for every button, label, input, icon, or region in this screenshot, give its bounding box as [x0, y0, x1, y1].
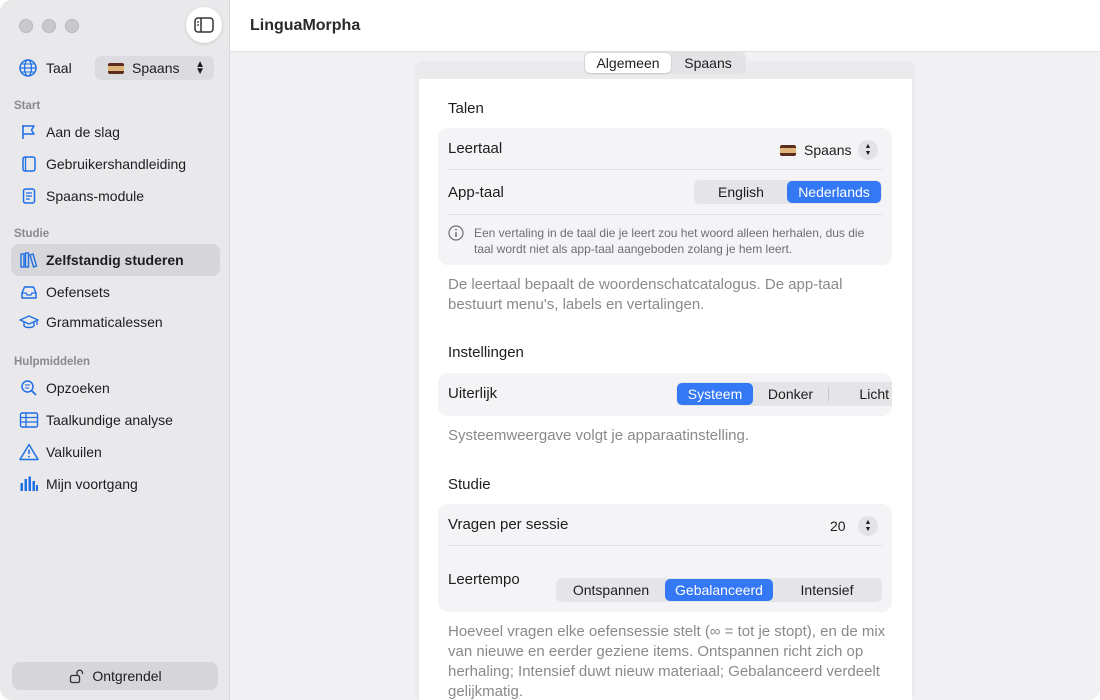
app-window: Taal Spaans ▲ ▼ Start Aan de slag Gebruik… — [0, 0, 1100, 700]
uiterlijk-segmented: Systeem Donker Licht — [676, 382, 892, 406]
sidebar: Taal Spaans ▲ ▼ Start Aan de slag Gebruik… — [0, 0, 230, 700]
close-window-button[interactable] — [19, 19, 33, 33]
sidebar-item-aan-de-slag[interactable]: Aan de slag — [11, 116, 220, 148]
divider — [448, 214, 882, 215]
vragen-stepper[interactable]: ▲ ▼ — [858, 516, 878, 536]
sidebar-item-label: Zelfstandig studeren — [46, 252, 184, 268]
settings-tabs: Algemeen Spaans — [584, 52, 746, 74]
section-label-study: Studie — [14, 228, 50, 240]
sidebar-item-oefensets[interactable]: Oefensets — [11, 276, 220, 308]
bar-chart-icon — [19, 474, 39, 494]
talen-card: Leertaal Spaans ▲ ▼ App-taal English Nede… — [438, 128, 892, 265]
uiterlijk-option-donker[interactable]: Donker — [753, 386, 829, 402]
globe-icon — [19, 59, 37, 77]
studie-help-text: Hoeveel vragen elke oefensessie stelt (∞… — [448, 623, 886, 700]
language-select[interactable]: Spaans ▲ ▼ — [95, 56, 214, 80]
graduation-cap-icon — [19, 312, 39, 332]
sidebar-item-spaans-module[interactable]: Spaans-module — [11, 180, 220, 212]
sidebar-item-valkuilen[interactable]: Valkuilen — [11, 436, 220, 468]
window-controls — [19, 19, 79, 33]
chevron-updown-icon: ▲ ▼ — [864, 519, 872, 533]
leertempo-segmented: Ontspannen Gebalanceerd Intensief — [556, 578, 882, 602]
divider — [448, 545, 882, 546]
sidebar-item-label: Opzoeken — [46, 380, 110, 396]
leertaal-select[interactable]: Spaans — [780, 142, 851, 158]
magnifier-icon — [19, 378, 39, 398]
divider — [448, 169, 882, 170]
sidebar-icon — [194, 17, 214, 33]
table-icon — [19, 410, 39, 430]
studie-card: Vragen per sessie 20 ▲ ▼ Leertempo Ontspa… — [438, 504, 892, 612]
sidebar-item-mijn-voortgang[interactable]: Mijn voortgang — [11, 468, 220, 500]
sidebar-item-zelfstandig-studeren[interactable]: Zelfstandig studeren — [11, 244, 220, 276]
leertempo-option-gebalanceerd[interactable]: Gebalanceerd — [665, 579, 773, 601]
sidebar-item-label: Valkuilen — [46, 444, 102, 460]
info-icon — [448, 225, 464, 241]
zoom-window-button[interactable] — [65, 19, 79, 33]
tray-icon — [19, 282, 39, 302]
apptaal-option-english[interactable]: English — [695, 181, 787, 203]
leertaal-label: Leertaal — [448, 140, 503, 157]
unlock-button[interactable]: Ontgrendel — [12, 662, 218, 690]
sidebar-item-gebruikershandleiding[interactable]: Gebruikershandleiding — [11, 148, 220, 180]
leertaal-value: Spaans — [804, 142, 852, 158]
tab-spaans[interactable]: Spaans — [671, 53, 745, 73]
talen-help-text: De leertaal bepaalt de woordenschatcatal… — [448, 276, 843, 313]
tab-algemeen[interactable]: Algemeen — [585, 53, 671, 73]
library-icon — [19, 250, 39, 270]
sidebar-item-label: Aan de slag — [46, 124, 120, 140]
title-bar: LinguaMorpha — [230, 0, 1100, 52]
leertempo-option-ontspannen[interactable]: Ontspannen — [557, 579, 665, 601]
vragen-value: 20 — [830, 518, 846, 534]
chevron-updown-icon: ▲ ▼ — [864, 143, 872, 157]
warning-icon — [19, 442, 39, 462]
sidebar-item-grammaticalessen[interactable]: Grammaticalessen — [11, 306, 220, 338]
leertempo-label: Leertempo — [448, 571, 520, 588]
sidebar-item-label: Grammaticalessen — [46, 314, 163, 330]
vragen-label: Vragen per sessie — [448, 516, 569, 533]
apptaal-segmented: English Nederlands — [694, 180, 882, 204]
apptaal-info-note: Een vertaling in de taal die je leert zo… — [474, 226, 865, 256]
language-row: Taal Spaans ▲ ▼ — [18, 56, 214, 80]
section-heading-studie: Studie — [448, 476, 491, 493]
leertaal-chevron[interactable]: ▲ ▼ — [858, 140, 878, 160]
flag-icon — [108, 62, 124, 74]
instellingen-help-text: Systeemweergave volgt je apparaatinstell… — [448, 427, 750, 444]
sidebar-item-label: Spaans-module — [46, 188, 145, 204]
minimize-window-button[interactable] — [42, 19, 56, 33]
unlock-icon — [70, 669, 84, 684]
uiterlijk-option-systeem[interactable]: Systeem — [677, 383, 753, 405]
section-label-start: Start — [14, 100, 41, 112]
section-label-tools: Hulpmiddelen — [14, 356, 91, 368]
sidebar-item-taalkundige-analyse[interactable]: Taalkundige analyse — [11, 404, 220, 436]
uiterlijk-label: Uiterlijk — [448, 385, 498, 402]
language-select-value: Spaans — [132, 60, 180, 76]
sidebar-toggle-button[interactable] — [186, 7, 222, 43]
unlock-label: Ontgrendel — [92, 668, 162, 684]
app-title: LinguaMorpha — [250, 17, 361, 34]
chevron-updown-icon: ▲ ▼ — [195, 59, 205, 77]
leertempo-option-intensief[interactable]: Intensief — [773, 579, 881, 601]
sidebar-item-opzoeken[interactable]: Opzoeken — [11, 372, 220, 404]
language-label: Taal — [46, 60, 72, 76]
section-heading-instellingen: Instellingen — [448, 344, 524, 361]
instellingen-card: Uiterlijk Systeem Donker Licht — [438, 373, 892, 416]
flag-icon — [780, 144, 796, 156]
sidebar-item-label: Taalkundige analyse — [46, 412, 173, 428]
document-icon — [19, 186, 39, 206]
sidebar-item-label: Mijn voortgang — [46, 476, 138, 492]
sidebar-item-label: Gebruikershandleiding — [46, 156, 187, 172]
section-heading-talen: Talen — [448, 100, 484, 117]
book-icon — [19, 154, 39, 174]
apptaal-option-nederlands[interactable]: Nederlands — [787, 181, 881, 203]
sidebar-item-label: Oefensets — [46, 284, 110, 300]
apptaal-label: App-taal — [448, 184, 504, 201]
flag-icon — [19, 122, 39, 142]
uiterlijk-option-licht[interactable]: Licht — [829, 383, 891, 405]
